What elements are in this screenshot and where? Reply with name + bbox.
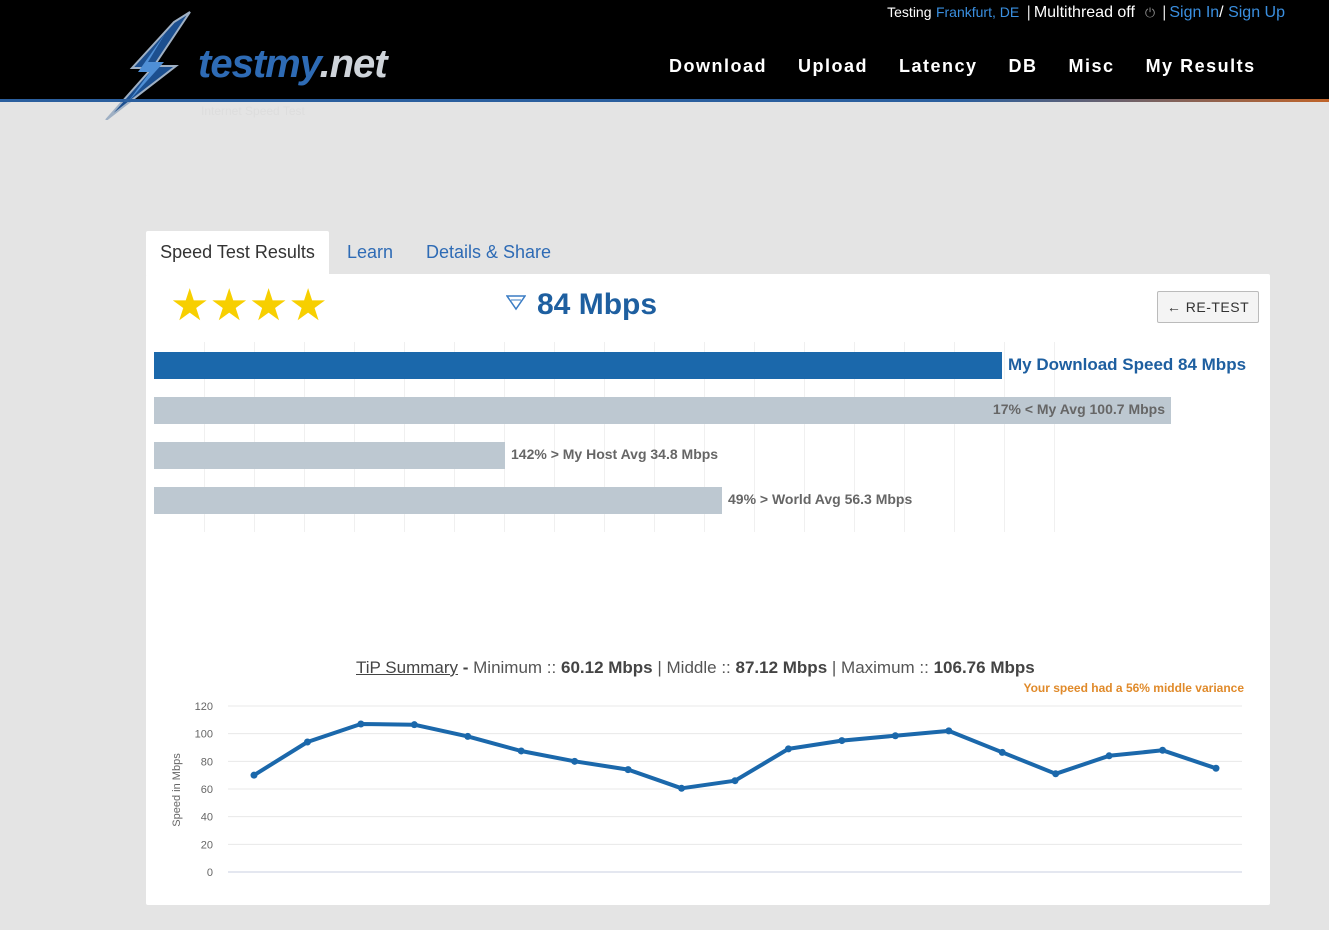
speed-data-point[interactable] <box>998 748 1006 756</box>
nav-upload[interactable]: Upload <box>798 56 868 77</box>
tab-learn[interactable]: Learn <box>347 231 393 275</box>
speed-data-point[interactable] <box>410 721 418 729</box>
speed-data-point[interactable] <box>464 732 472 740</box>
speed-data-point[interactable] <box>678 784 686 792</box>
site-header: testmy.net Internet Speed Test Download … <box>0 11 1329 120</box>
speed-data-point[interactable] <box>838 737 846 745</box>
sign-in-link[interactable]: Sign In <box>1169 4 1219 21</box>
comparison-bar-label: My Download Speed 84 Mbps <box>1008 355 1247 374</box>
tip-pipe: | <box>827 658 842 677</box>
retest-button[interactable]: ← RE-TEST <box>1157 291 1259 323</box>
results-panel: ★★★★ 84 Mbps ← RE-TEST My Download Speed… <box>146 274 1270 905</box>
y-tick-label: 120 <box>195 701 213 713</box>
comparison-bar <box>154 487 722 514</box>
speed-data-point[interactable] <box>517 747 525 755</box>
y-tick-label: 100 <box>195 729 213 741</box>
rating-stars: ★★★★ <box>170 281 328 330</box>
tip-summary: TiP Summary - Minimum :: 60.12 Mbps | Mi… <box>356 658 1035 678</box>
speed-data-point[interactable] <box>945 727 953 735</box>
nav-db[interactable]: DB <box>1009 56 1038 77</box>
speed-data-point[interactable] <box>1212 764 1220 772</box>
variance-note: Your speed had a 56% middle variance <box>1023 681 1244 695</box>
speed-data-point[interactable] <box>303 738 311 746</box>
tip-line-chart: 0 20 40 60 80 100 120 Speed in Mbps <box>171 701 1242 879</box>
speed-data-point[interactable] <box>731 777 739 785</box>
comparison-bar-label: 17% < My Avg 100.7 Mbps <box>992 401 1165 417</box>
tip-max-label: Maximum :: <box>841 658 934 677</box>
nav-my-results[interactable]: My Results <box>1146 56 1256 77</box>
site-logo-text[interactable]: testmy.net <box>198 42 388 87</box>
nav-latency[interactable]: Latency <box>899 56 978 77</box>
y-tick-label: 0 <box>207 867 213 879</box>
logo-part-net: .net <box>319 42 387 86</box>
logo-part-testmy: testmy <box>198 42 320 86</box>
y-tick-label: 40 <box>201 812 213 824</box>
y-tick-label: 60 <box>201 784 213 796</box>
multithread-status[interactable]: Multithread off <box>1034 4 1135 21</box>
tip-min-label: Minimum :: <box>473 658 561 677</box>
tip-mid-label: Middle :: <box>666 658 736 677</box>
tab-details-share[interactable]: Details & Share <box>426 231 551 275</box>
bar-gridline <box>1004 342 1005 532</box>
comparison-bar-label: 142% > My Host Avg 34.8 Mbps <box>511 446 719 462</box>
y-axis-label: Speed in Mbps <box>171 753 183 827</box>
main-nav: Download Upload Latency DB Misc My Resul… <box>669 56 1256 77</box>
tip-mid-value: 87.12 Mbps <box>735 658 828 677</box>
comparison-bar <box>154 352 1002 379</box>
separator: | <box>1026 4 1031 21</box>
tab-speed-test-results[interactable]: Speed Test Results <box>146 231 329 275</box>
top-strip-content: Testing Frankfurt, DE | Multithread off ⏻ |… <box>887 4 1285 22</box>
speed-data-point[interactable] <box>624 766 632 774</box>
separator: | <box>1162 4 1167 21</box>
testing-label: Testing <box>887 4 932 20</box>
speed-comparison-bars: My Download Speed 84 Mbps 17% < My Avg 10… <box>154 342 1260 532</box>
comparison-bar-label: 49% > World Avg 56.3 Mbps <box>728 491 913 507</box>
tip-dash: - <box>458 658 474 677</box>
speed-data-point[interactable] <box>1052 770 1060 778</box>
speed-data-point[interactable] <box>784 745 792 753</box>
server-location-link[interactable]: Frankfurt, DE <box>936 4 1019 20</box>
download-arrow-icon <box>506 295 526 311</box>
sign-up-link[interactable]: Sign Up <box>1228 4 1285 21</box>
download-speed-value: 84 Mbps <box>537 288 658 321</box>
speed-data-point[interactable] <box>1105 752 1113 760</box>
tip-min-value: 60.12 Mbps <box>560 658 653 677</box>
tip-pipe: | <box>652 658 667 677</box>
site-tagline: Internet Speed Test <box>201 104 305 118</box>
speed-data-point[interactable] <box>571 757 579 765</box>
tip-summary-link[interactable]: TiP Summary <box>356 658 458 677</box>
tip-max-value: 106.76 Mbps <box>933 658 1035 677</box>
nav-misc[interactable]: Misc <box>1069 56 1115 77</box>
nav-download[interactable]: Download <box>669 56 767 77</box>
speed-data-point[interactable] <box>250 771 258 779</box>
y-tick-label: 80 <box>201 756 213 768</box>
comparison-bar <box>154 442 505 469</box>
power-icon[interactable]: ⏻ <box>1145 5 1155 20</box>
slash-separator: / <box>1219 4 1224 21</box>
speed-data-point[interactable] <box>1159 746 1167 754</box>
speed-data-point[interactable] <box>891 732 899 740</box>
y-tick-label: 20 <box>201 839 213 851</box>
speed-data-point[interactable] <box>357 720 365 728</box>
header-accent-line <box>0 99 1329 102</box>
